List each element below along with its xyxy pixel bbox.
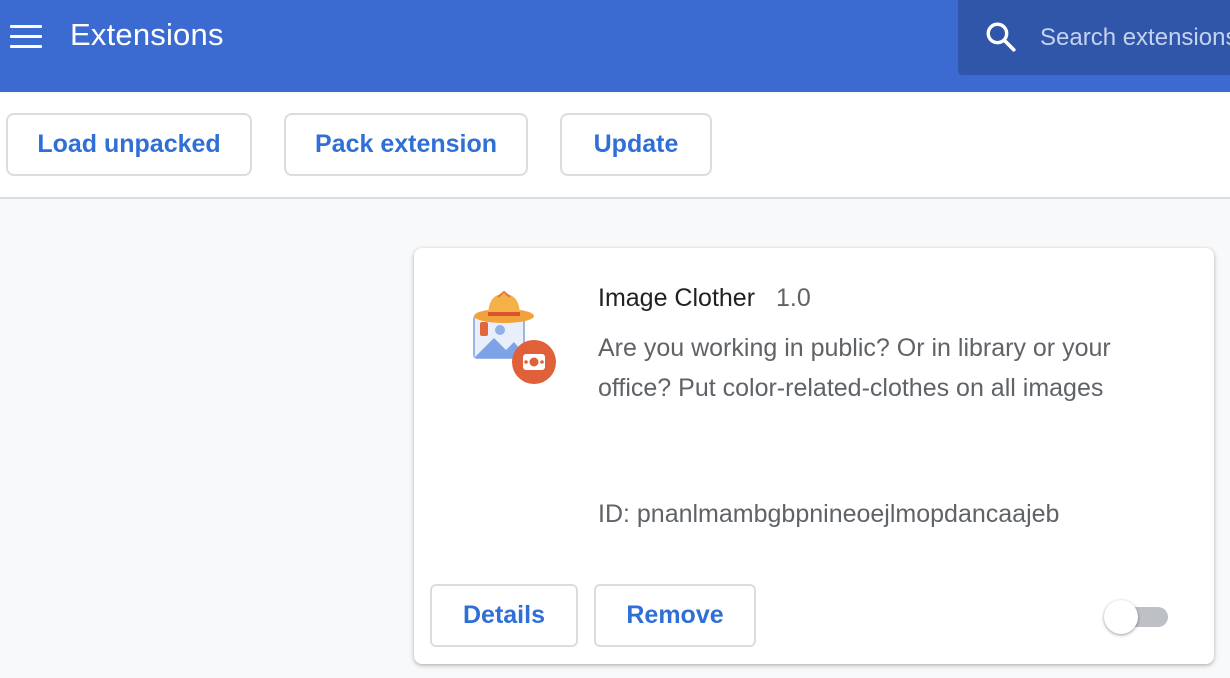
- image-clother-extension-icon: [473, 290, 556, 384]
- hamburger-menu-icon[interactable]: [10, 25, 42, 49]
- top-bar: Extensions: [0, 0, 1230, 92]
- search-bar[interactable]: [958, 0, 1230, 75]
- toggle-knob: [1104, 600, 1138, 634]
- extension-id: ID: pnanlmambgbpnineoejlmopdancaajeb: [598, 500, 1060, 528]
- details-button[interactable]: Details: [430, 584, 578, 647]
- extension-card: Image Clother 1.0 Are you working in pub…: [414, 248, 1214, 664]
- search-input[interactable]: [1040, 0, 1230, 75]
- remove-button[interactable]: Remove: [594, 584, 756, 647]
- search-icon[interactable]: [984, 20, 1018, 54]
- pack-extension-button[interactable]: Pack extension: [284, 113, 528, 176]
- extension-description: Are you working in public? Or in library…: [598, 334, 1111, 402]
- load-unpacked-button[interactable]: Load unpacked: [6, 113, 252, 176]
- developer-toolbar: Load unpacked Pack extension Update: [0, 92, 1230, 199]
- extension-version: 1.0: [776, 284, 811, 312]
- page-title: Extensions: [70, 17, 224, 52]
- extension-name: Image Clother: [598, 284, 756, 312]
- update-button[interactable]: Update: [560, 113, 712, 176]
- extension-enable-toggle[interactable]: [1104, 600, 1170, 634]
